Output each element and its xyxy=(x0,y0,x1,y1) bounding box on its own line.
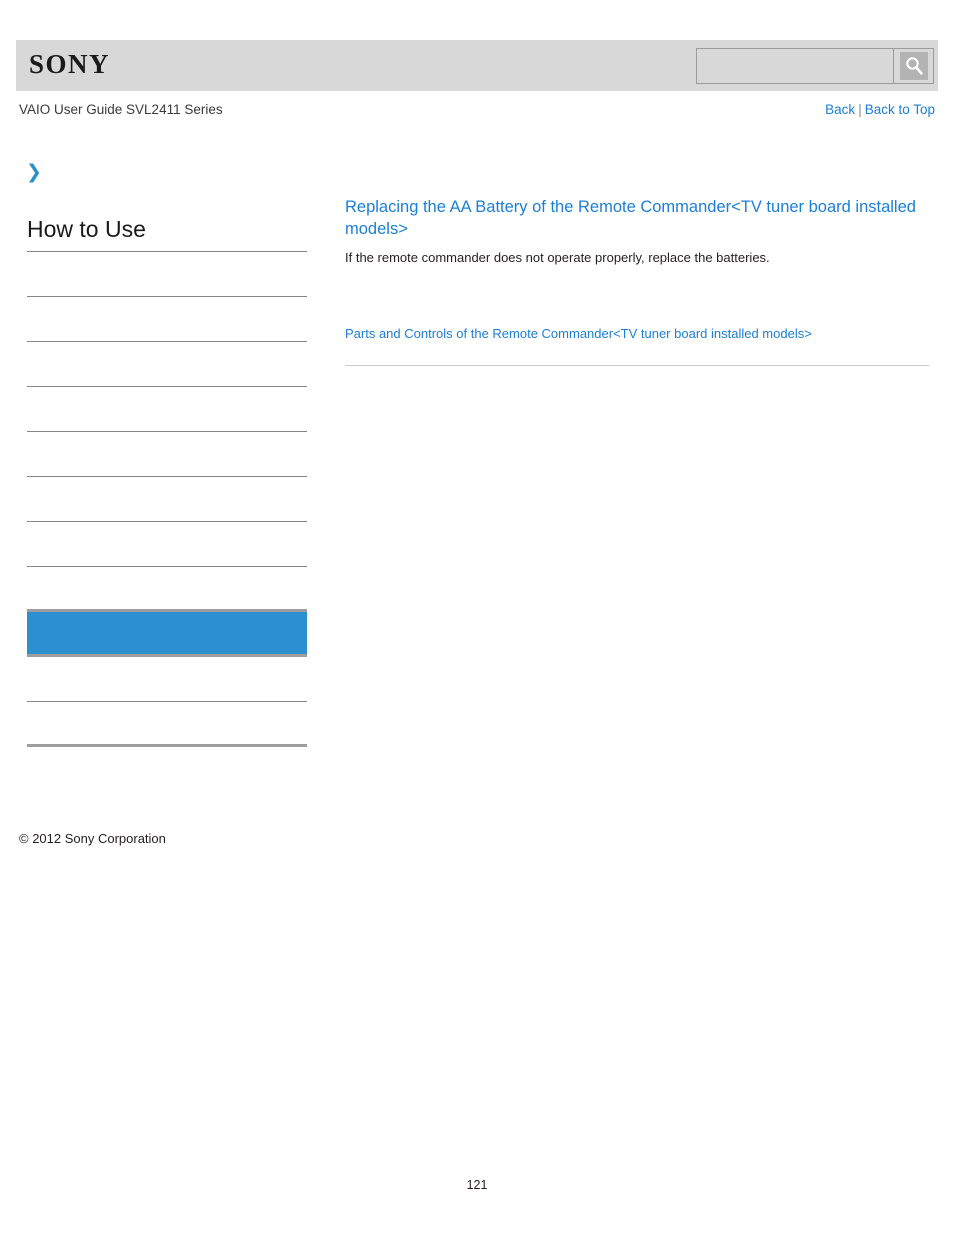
sidebar: How to Use xyxy=(27,215,307,747)
back-to-top-link[interactable]: Back to Top xyxy=(865,102,935,117)
header-nav-links: Back | Back to Top xyxy=(825,102,935,117)
search-icon xyxy=(899,52,928,80)
sidebar-item-4[interactable] xyxy=(27,432,307,477)
sony-logo: SONY xyxy=(29,49,111,79)
sidebar-item-6[interactable] xyxy=(27,522,307,567)
sidebar-item-3[interactable] xyxy=(27,387,307,432)
sidebar-heading: How to Use xyxy=(27,215,307,252)
sidebar-item-0[interactable] xyxy=(27,252,307,297)
chevron-right-icon[interactable]: ❯ xyxy=(26,163,44,182)
related-topic-link[interactable]: Parts and Controls of the Remote Command… xyxy=(345,325,929,343)
sidebar-item-selected[interactable] xyxy=(27,612,307,657)
sidebar-item-5[interactable] xyxy=(27,477,307,522)
page-title[interactable]: Replacing the AA Battery of the Remote C… xyxy=(345,196,929,240)
back-link[interactable]: Back xyxy=(825,102,855,117)
nav-separator: | xyxy=(858,102,862,117)
sidebar-item-2[interactable] xyxy=(27,342,307,387)
content-divider xyxy=(345,365,929,366)
sidebar-item-7[interactable] xyxy=(27,567,307,612)
sidebar-item-1[interactable] xyxy=(27,297,307,342)
page-body-text: If the remote commander does not operate… xyxy=(345,250,770,265)
search-bar xyxy=(696,48,934,84)
search-button[interactable] xyxy=(893,48,934,84)
main-content: Replacing the AA Battery of the Remote C… xyxy=(345,196,929,374)
guide-title: VAIO User Guide SVL2411 Series xyxy=(19,102,223,117)
page-number: 121 xyxy=(466,1178,488,1192)
sidebar-item-10[interactable] xyxy=(27,702,307,747)
search-input[interactable] xyxy=(696,48,893,84)
sidebar-item-9[interactable] xyxy=(27,657,307,702)
copyright-text: © 2012 Sony Corporation xyxy=(19,831,166,846)
